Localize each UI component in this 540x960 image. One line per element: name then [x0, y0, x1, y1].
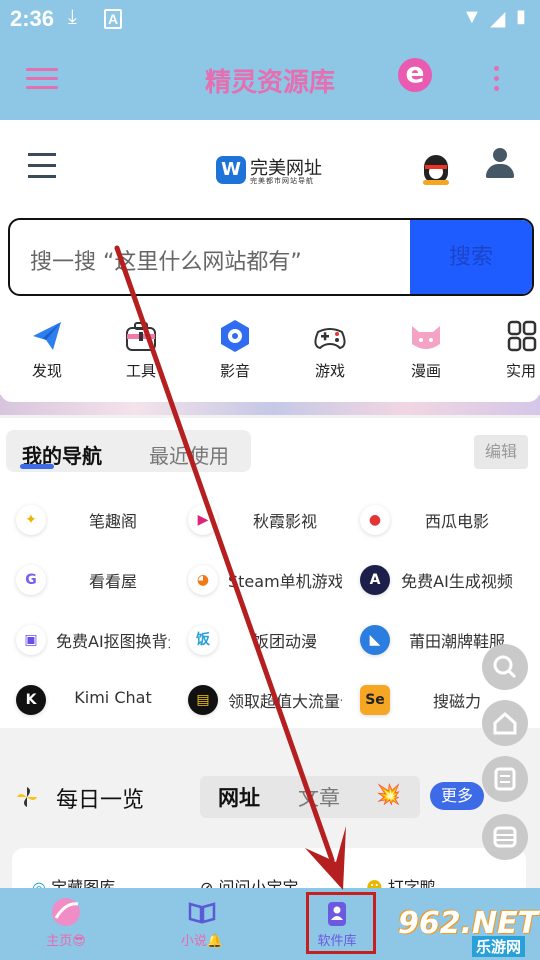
site-link[interactable]: ◕ Steam单机游戏 — [180, 558, 352, 602]
highlight-box — [306, 892, 376, 954]
daily-title: 每日一览 — [56, 788, 145, 813]
tabs-fab[interactable] — [482, 814, 528, 860]
more-options-icon[interactable] — [494, 66, 500, 96]
qq-penguin-icon[interactable] — [420, 149, 452, 185]
ai-video-icon: A — [360, 565, 390, 595]
site-link[interactable]: ▣免费AI抠图换背景 — [8, 618, 180, 662]
kimi-icon: K — [16, 685, 46, 715]
biquge-icon: ✦ — [16, 505, 46, 535]
category-discover[interactable]: 发现 — [7, 316, 87, 381]
site-menu-icon[interactable] — [28, 153, 56, 186]
app-bar: 精灵资源库 e — [0, 36, 540, 120]
book-icon — [152, 888, 252, 930]
status-time: 2:36 — [10, 6, 55, 31]
search-icon — [493, 655, 517, 679]
search-box[interactable]: 搜一搜 “这里什么网站都有” 搜索 — [8, 218, 534, 296]
status-bar: 2:36 ⤓ A ▼ ◢ ▮ — [0, 0, 540, 36]
search-button[interactable]: 搜索 — [410, 220, 532, 294]
site-link[interactable]: ✦ 笔趣阁 — [8, 498, 180, 542]
site-link[interactable]: G 看看屋 — [8, 558, 180, 602]
paper-plane-icon — [7, 316, 87, 356]
category-comics[interactable]: 漫画 — [386, 316, 466, 381]
web-header-card: W 完美网址 完美都市网站导航 搜一搜 “这里什么网站都有” 搜索 发现 工具 … — [0, 120, 540, 402]
site-link[interactable]: ● 西瓜电影 — [352, 498, 524, 542]
tabs-icon — [493, 826, 517, 848]
image-cutout-icon: ▣ — [16, 625, 46, 655]
brand-tagline: 完美都市网站导航 — [250, 177, 314, 185]
pinwheel-icon — [16, 786, 38, 808]
nav-tabs: 我的导航 最近使用 — [6, 430, 251, 472]
sim-card-icon: ▤ — [188, 685, 218, 715]
grid-icon — [481, 316, 540, 356]
daily-tabs: 网址 文章 💥 — [200, 776, 420, 818]
fantuan-icon: 饭 — [188, 625, 218, 655]
toolbox-icon — [101, 316, 181, 356]
browser-icon[interactable]: e — [398, 58, 432, 92]
bottom-nav: 主页😎 小说🔔 软件库 962.NET 乐游网 — [0, 888, 540, 960]
wifi-icon: ▼ — [462, 6, 482, 28]
daily-section: 每日一览 网址 文章 💥 更多 ◎ 宝藏图库 ⊘ 问问小宝宝 ☻ 打字鸭 — [0, 770, 540, 897]
cat-face-icon — [386, 316, 466, 356]
site-link[interactable]: A 免费AI生成视频 — [352, 558, 524, 602]
user-icon[interactable] — [486, 148, 514, 178]
notes-fab[interactable] — [482, 756, 528, 802]
more-button[interactable]: 更多 — [430, 782, 484, 810]
daily-list-card: ◎ 宝藏图库 ⊘ 问问小宝宝 ☻ 打字鸭 — [12, 848, 526, 897]
sneaker-icon: ◣ — [360, 625, 390, 655]
battery-icon: ▮ — [516, 6, 526, 26]
play-icon: ▶ — [188, 505, 218, 535]
app-notification-icon: A — [104, 9, 123, 29]
site-link[interactable]: ▤领取超值大流量卡 — [180, 678, 352, 722]
category-utility[interactable]: 实用 — [481, 316, 540, 381]
tab-urls[interactable]: 网址 — [218, 782, 260, 812]
home-planet-icon — [16, 888, 116, 930]
search-input[interactable]: 搜一搜 “这里什么网站都有” — [30, 244, 302, 276]
gamepad-icon — [290, 316, 370, 356]
notes-icon — [494, 767, 516, 791]
explosion-icon: 💥 — [376, 782, 401, 806]
search-fab[interactable] — [482, 644, 528, 690]
category-tools[interactable]: 工具 — [101, 316, 181, 381]
pacman-icon: ◕ — [188, 565, 218, 595]
bottom-tab-novels[interactable]: 小说🔔 — [152, 888, 252, 960]
bottom-tab-home[interactable]: 主页😎 — [16, 888, 116, 960]
my-navigation-panel: 我的导航 最近使用 编辑 ✦ 笔趣阁 ▶ 秋霞影视 ● 西瓜电影 G 看看屋 ◕ Stea… — [0, 418, 540, 728]
app-title: 精灵资源库 — [204, 68, 335, 98]
watermelon-icon: ● — [360, 505, 390, 535]
download-icon: ⤓ — [68, 6, 77, 28]
brand-logo-icon: W — [216, 156, 246, 184]
edit-button[interactable]: 编辑 — [474, 435, 528, 469]
category-row: 发现 工具 影音 游戏 漫画 实用 — [0, 316, 540, 386]
home-fab[interactable] — [482, 700, 528, 746]
media-icon — [195, 316, 275, 356]
tab-articles[interactable]: 文章 — [298, 782, 340, 812]
souci-icon: Se — [360, 685, 390, 715]
tab-recent[interactable]: 最近使用 — [149, 440, 229, 469]
site-link[interactable]: 饭饭团动漫 — [180, 618, 352, 662]
tab-underline — [20, 464, 54, 469]
category-games[interactable]: 游戏 — [290, 316, 370, 381]
watermark-logo: 962.NET 乐游网 — [398, 906, 539, 957]
signal-icon: ◢ — [490, 8, 506, 30]
category-media[interactable]: 影音 — [195, 316, 275, 381]
site-link[interactable]: ▶ 秋霞影视 — [180, 498, 352, 542]
home-icon — [493, 711, 517, 735]
site-link[interactable]: K Kimi Chat — [8, 678, 180, 722]
kankanwu-icon: G — [16, 565, 46, 595]
